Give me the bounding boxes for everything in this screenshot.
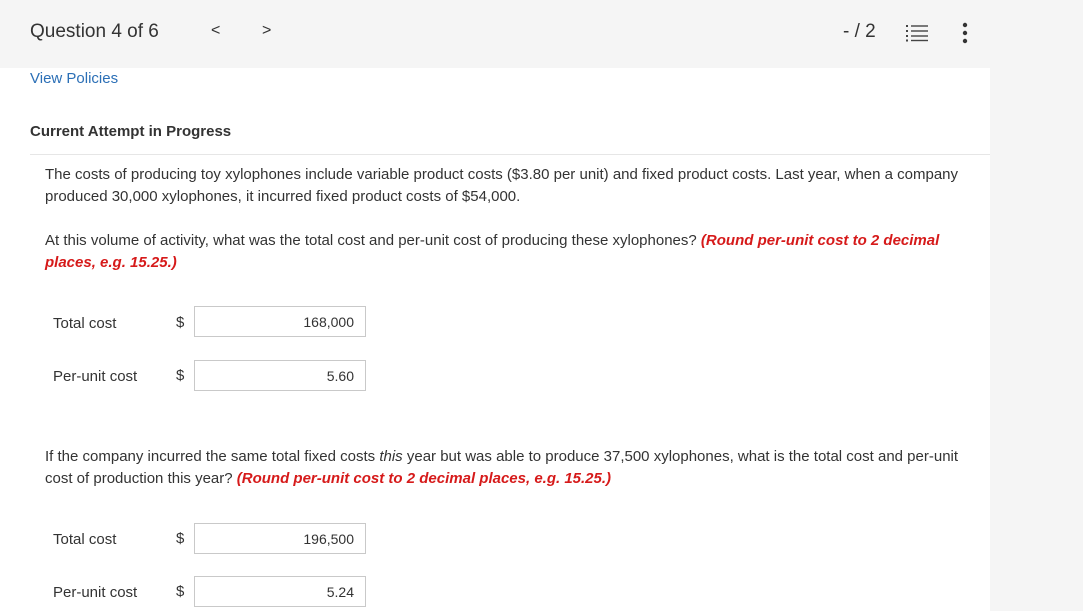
attempt-status: Current Attempt in Progress bbox=[30, 123, 232, 140]
question-title: Question 4 of 6 bbox=[30, 21, 159, 42]
question-panel bbox=[0, 68, 990, 611]
question-header: Question 4 of 6 < > - / 2 bbox=[0, 0, 1083, 68]
currency-symbol: $ bbox=[176, 530, 185, 547]
part1-total-cost-label: Total cost bbox=[53, 315, 117, 332]
part2-prompt: If the company incurred the same total f… bbox=[45, 446, 970, 490]
part2-rounding-note: (Round per-unit cost to 2 decimal places… bbox=[236, 470, 612, 487]
more-vertical-icon[interactable] bbox=[958, 22, 972, 44]
part2-question-a: If the company incurred the same total f… bbox=[45, 448, 376, 465]
currency-symbol: $ bbox=[176, 367, 185, 384]
part1-total-cost-input[interactable]: 168,000 bbox=[194, 306, 366, 337]
currency-symbol: $ bbox=[176, 314, 185, 331]
part1-question: At this volume of activity, what was the… bbox=[45, 232, 697, 249]
question-intro: The costs of producing toy xylophones in… bbox=[45, 166, 959, 205]
part2-question-emphasis: this bbox=[379, 448, 403, 465]
divider bbox=[30, 154, 990, 155]
previous-question-button[interactable]: < bbox=[211, 22, 220, 40]
next-question-button[interactable]: > bbox=[262, 22, 271, 40]
part2-total-cost-label: Total cost bbox=[53, 531, 117, 548]
part2-per-unit-cost-label: Per-unit cost bbox=[53, 584, 138, 601]
part1-per-unit-cost-input[interactable]: 5.60 bbox=[194, 360, 366, 391]
currency-symbol: $ bbox=[176, 583, 185, 600]
score-display: - / 2 bbox=[843, 21, 876, 42]
part1-per-unit-cost-label: Per-unit cost bbox=[53, 368, 138, 385]
part1-prompt: At this volume of activity, what was the… bbox=[45, 230, 970, 274]
list-icon[interactable] bbox=[906, 24, 928, 42]
part2-total-cost-input[interactable]: 196,500 bbox=[194, 523, 366, 554]
view-policies-link[interactable]: View Policies bbox=[30, 70, 118, 87]
part2-per-unit-cost-input[interactable]: 5.24 bbox=[194, 576, 366, 607]
